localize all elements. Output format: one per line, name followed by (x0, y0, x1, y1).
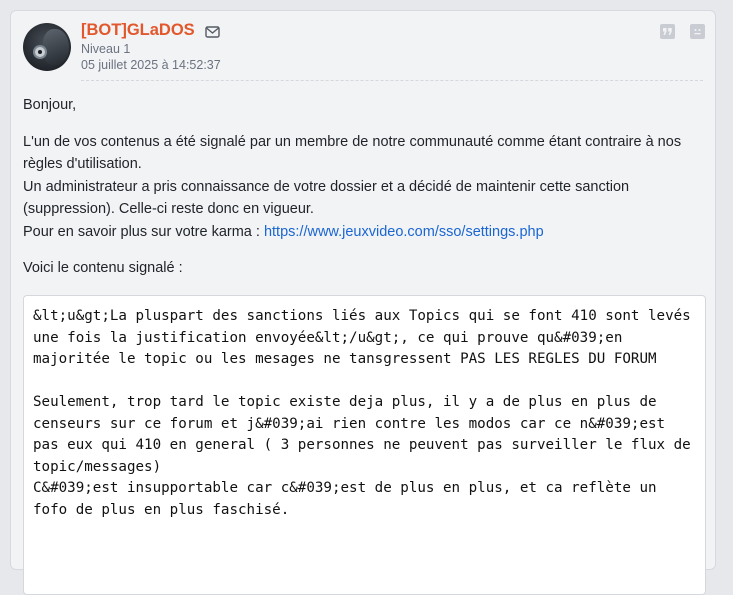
notice-line-2: Un administrateur a pris connaissance de… (23, 178, 630, 218)
quote-icon[interactable] (660, 24, 675, 39)
message-body: Bonjour, L'un de vos contenus a été sign… (23, 94, 708, 280)
notice-paragraph: L'un de vos contenus a été signalé par u… (23, 131, 708, 244)
message-card: [BOT]GLaDOS Niveau 1 05 juillet 2025 à 1… (10, 10, 716, 595)
reported-intro: Voici le contenu signalé : (23, 260, 183, 276)
karma-link[interactable]: https://www.jeuxvideo.com/sso/settings.p… (264, 224, 544, 240)
greeting-text: Bonjour, (23, 97, 77, 113)
notice-line-1: L'un de vos contenus a été signalé par u… (23, 133, 682, 173)
karma-prefix: Pour en savoir plus sur votre karma : (23, 223, 264, 240)
header-divider (81, 80, 703, 81)
mail-icon[interactable] (204, 25, 220, 38)
author-row: [BOT]GLaDOS (81, 21, 220, 40)
post-date[interactable]: 05 juillet 2025 à 14:52:37 (81, 58, 221, 72)
post-actions (660, 24, 705, 39)
author-level: Niveau 1 (81, 42, 131, 56)
reported-content-box: &lt;u&gt;La pluspart des sanctions liés … (23, 295, 706, 595)
avatar[interactable] (23, 23, 71, 71)
author-username[interactable]: [BOT]GLaDOS (81, 21, 195, 40)
avatar-eye (33, 45, 47, 59)
report-icon[interactable] (690, 24, 705, 39)
avatar-figure (43, 29, 69, 65)
